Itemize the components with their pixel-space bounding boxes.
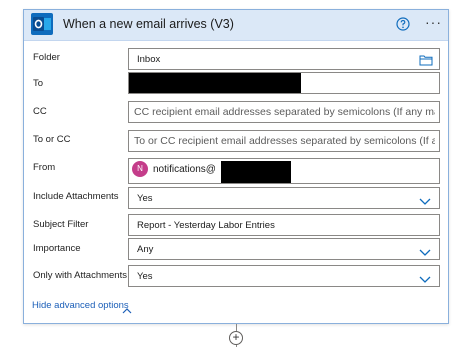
folder-icon[interactable] — [419, 53, 433, 66]
folder-value: Inbox — [137, 54, 161, 65]
card-header[interactable]: When a new email arrives (V3) ··· — [24, 10, 448, 41]
ellipsis-icon[interactable]: ··· — [425, 15, 443, 33]
include-attachments-label: Include Attachments — [33, 191, 119, 202]
to-or-cc-field[interactable]: To or CC recipient email addresses separ… — [128, 130, 440, 152]
to-or-cc-placeholder: To or CC recipient email addresses separ… — [134, 135, 435, 147]
help-circle-icon[interactable] — [396, 17, 410, 31]
add-step-button[interactable]: + — [229, 331, 243, 345]
only-with-attachments-dropdown[interactable]: Yes — [128, 265, 440, 287]
subject-filter-value: Report - Yesterday Labor Entries — [137, 220, 275, 231]
subject-filter-label: Subject Filter — [33, 219, 89, 230]
from-label: From — [33, 162, 56, 173]
only-with-attachments-value: Yes — [137, 271, 153, 282]
redaction-block — [221, 161, 291, 183]
only-with-attachments-label: Only with Attachments — [33, 270, 127, 281]
importance-label: Importance — [33, 243, 81, 254]
folder-field[interactable]: Inbox — [128, 48, 440, 70]
hide-advanced-options-link[interactable]: Hide advanced options — [32, 300, 129, 311]
to-field[interactable] — [128, 72, 440, 94]
trigger-title: When a new email arrives (V3) — [63, 17, 234, 31]
importance-value: Any — [137, 244, 154, 255]
outlook-icon — [31, 13, 53, 35]
trigger-card: When a new email arrives (V3) ··· Folder… — [23, 9, 449, 324]
chevron-down-icon[interactable] — [419, 193, 431, 205]
include-attachments-dropdown[interactable]: Yes — [128, 187, 440, 209]
chevron-down-icon[interactable] — [419, 271, 431, 283]
from-field[interactable]: N notifications@ — [128, 158, 440, 184]
subject-filter-input[interactable]: Report - Yesterday Labor Entries — [128, 214, 440, 236]
from-value: notifications@ — [153, 164, 216, 175]
redaction-block — [129, 73, 301, 93]
folder-label: Folder — [33, 52, 60, 63]
cc-label: CC — [33, 106, 47, 117]
include-attachments-value: Yes — [137, 193, 153, 204]
chevron-up-icon[interactable] — [122, 302, 132, 314]
importance-dropdown[interactable]: Any — [128, 238, 440, 260]
chevron-down-icon[interactable] — [419, 244, 431, 256]
cc-field[interactable]: CC recipient email addresses separated b… — [128, 101, 440, 123]
avatar: N — [132, 161, 148, 177]
to-or-cc-label: To or CC — [33, 134, 71, 145]
cc-placeholder: CC recipient email addresses separated b… — [134, 106, 435, 118]
to-label: To — [33, 78, 44, 89]
